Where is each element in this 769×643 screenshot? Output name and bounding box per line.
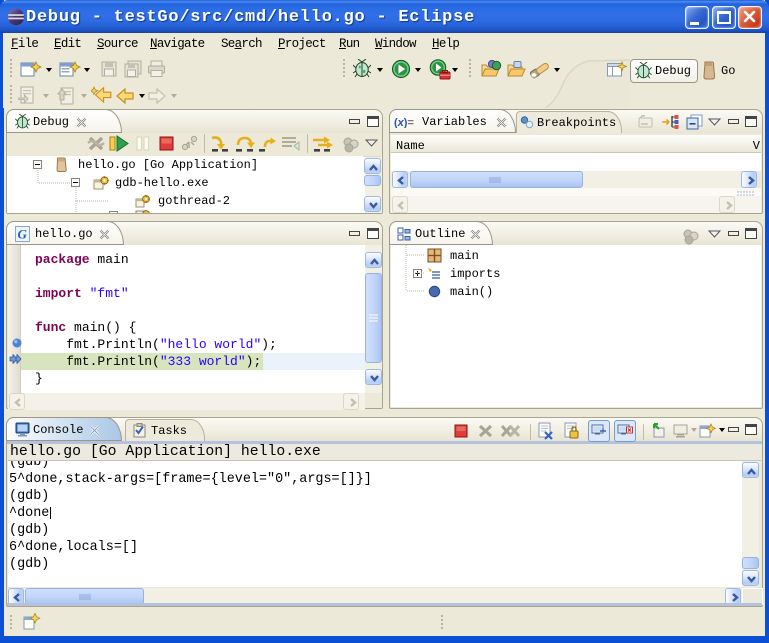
- svg-text:G: G: [18, 227, 28, 242]
- svg-text:(x)=: (x)=: [394, 117, 414, 128]
